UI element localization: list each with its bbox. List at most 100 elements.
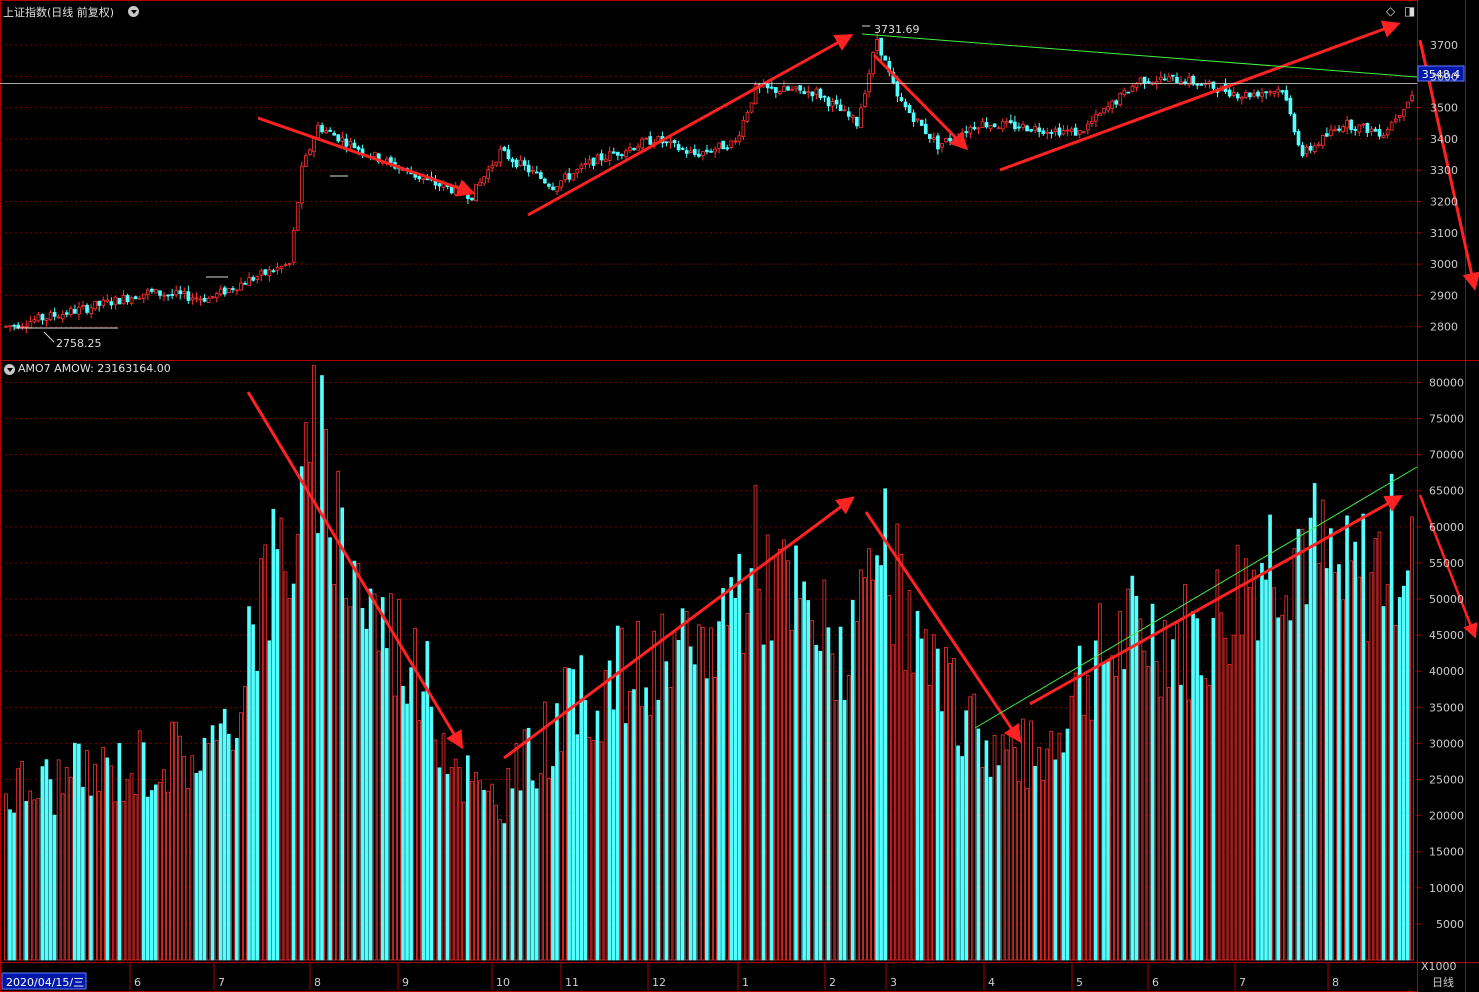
- candle-body: [814, 88, 819, 95]
- volume-panel-menu-icon[interactable]: [4, 364, 15, 375]
- candle-body: [944, 138, 948, 143]
- candle-body: [89, 307, 93, 314]
- candle-body: [170, 294, 174, 296]
- price-panel-menu-icon[interactable]: [128, 6, 139, 17]
- price-tick-label: 2800: [1430, 321, 1458, 334]
- volume-bar: [1227, 664, 1232, 961]
- volume-bar: [1280, 614, 1285, 961]
- volume-bar: [846, 675, 851, 961]
- candle-body: [474, 183, 478, 202]
- candle-body: [267, 269, 272, 277]
- volume-bar: [1268, 514, 1272, 961]
- candle-body: [1013, 121, 1017, 130]
- volume-bar: [328, 537, 332, 961]
- volume-bar: [944, 647, 948, 961]
- volume-bar: [1017, 780, 1021, 961]
- candle-body: [320, 125, 324, 133]
- date-label: 2020/04/15/三: [6, 976, 84, 989]
- volume-bar: [749, 568, 754, 961]
- candle-body: [1114, 100, 1119, 105]
- volume-bar: [652, 630, 657, 961]
- diamond-icon[interactable]: ◇: [1386, 4, 1395, 18]
- volume-bar: [903, 670, 908, 961]
- candle-body: [81, 305, 85, 307]
- candle-body: [1065, 129, 1070, 132]
- candle-body: [60, 313, 65, 320]
- candle-body: [575, 168, 580, 174]
- candle-body: [737, 135, 742, 143]
- period-label: 日线: [1432, 975, 1454, 989]
- price-tick-label: 3300: [1430, 164, 1458, 177]
- candle-body: [255, 276, 260, 280]
- volume-bar: [251, 624, 255, 961]
- candle-body: [1053, 128, 1058, 133]
- month-label: 11: [565, 976, 579, 989]
- volume-bar: [1025, 787, 1029, 961]
- candle-body: [344, 138, 349, 147]
- volume-bar: [919, 638, 924, 961]
- volume-bar: [101, 746, 105, 961]
- volume-bar: [705, 678, 709, 961]
- candle-body: [194, 297, 199, 300]
- volume-bar: [1094, 640, 1098, 961]
- candle-body: [247, 277, 251, 287]
- panel-toggle-icon[interactable]: ◨: [1404, 4, 1415, 18]
- candle-body: [1325, 133, 1329, 137]
- volume-bar: [534, 788, 539, 961]
- candle-body: [1280, 90, 1285, 93]
- volume-bar: [948, 662, 952, 961]
- candle-body: [105, 299, 110, 303]
- volume-bar: [247, 606, 251, 961]
- candle-body: [1041, 130, 1046, 134]
- volume-bar: [802, 581, 806, 961]
- volume-bar: [356, 563, 361, 961]
- volume-bar: [1312, 483, 1317, 961]
- volume-bar: [757, 588, 762, 961]
- candle-body: [620, 154, 624, 157]
- high-label: 3731.69: [874, 23, 920, 36]
- price-tick-label: 3400: [1430, 133, 1458, 146]
- candle-body: [1227, 89, 1232, 97]
- volume-unit-label: X1000: [1421, 960, 1457, 973]
- volume-bar: [733, 597, 738, 961]
- candle-body: [117, 297, 122, 305]
- volume-bar: [235, 738, 239, 961]
- volume-bar: [64, 766, 69, 961]
- volume-bar: [137, 730, 142, 961]
- volume-bar: [117, 743, 122, 961]
- volume-bar: [93, 763, 97, 961]
- candle-body: [927, 133, 932, 139]
- candle-body: [940, 142, 944, 148]
- volume-bar: [24, 801, 29, 961]
- volume-bar: [1069, 695, 1074, 961]
- candle-body: [1090, 120, 1094, 124]
- volume-bar: [810, 620, 815, 961]
- volume-bar: [1284, 595, 1289, 961]
- candle-body: [1235, 93, 1240, 99]
- candle-body: [688, 150, 693, 153]
- volume-bar: [1349, 560, 1353, 961]
- volume-bar: [162, 769, 166, 961]
- volume-bar: [194, 772, 199, 961]
- candle-body: [1316, 143, 1321, 147]
- candle-body: [806, 91, 811, 94]
- volume-bar: [940, 711, 944, 961]
- volume-bar: [741, 653, 746, 961]
- volume-bar: [737, 553, 742, 961]
- candle-body: [1057, 127, 1062, 136]
- candle-body: [551, 186, 555, 190]
- volume-bar: [814, 644, 819, 961]
- candle-body: [875, 39, 879, 52]
- volume-bar: [891, 644, 896, 961]
- volume-bar: [133, 794, 138, 961]
- candle-body: [332, 132, 337, 136]
- volume-bar: [1337, 564, 1341, 961]
- candle-body: [1073, 127, 1078, 136]
- volume-bar: [340, 507, 345, 961]
- month-label: 5: [1076, 976, 1083, 989]
- volume-bar: [263, 544, 268, 961]
- volume-bar: [474, 771, 478, 961]
- volume-bar: [1260, 562, 1264, 961]
- volume-bar: [1410, 516, 1414, 961]
- volume-tick-label: 80000: [1429, 376, 1464, 389]
